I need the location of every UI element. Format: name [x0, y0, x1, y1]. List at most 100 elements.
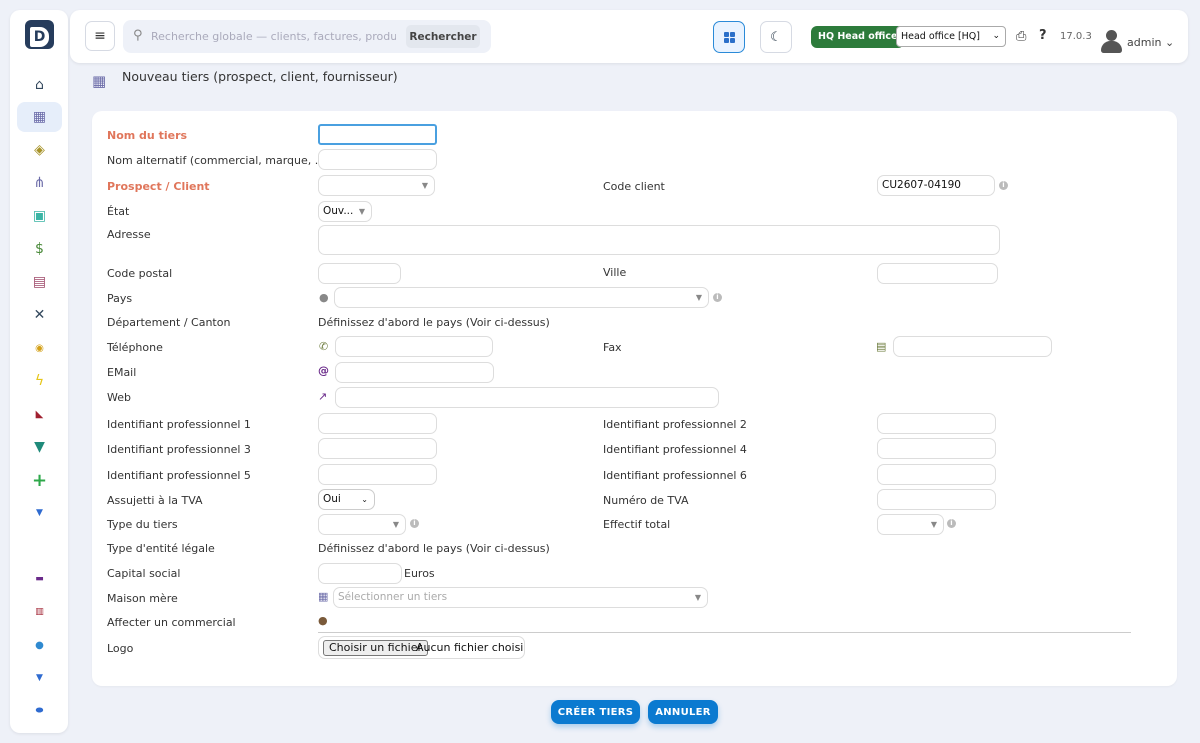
idprof3-input[interactable] — [318, 438, 437, 459]
choose-file-button[interactable]: Choisir un fichier — [323, 640, 428, 656]
nom-alternatif-input[interactable] — [318, 149, 437, 170]
label-nom-tiers: Nom du tiers — [107, 129, 188, 142]
ville-input[interactable] — [877, 263, 998, 284]
web-input[interactable] — [335, 387, 719, 408]
code-postal-input[interactable] — [318, 263, 401, 284]
label-departement: Département / Canton — [107, 316, 231, 329]
num-tva-input[interactable] — [877, 489, 996, 510]
menu-toggle-button[interactable]: ≡ — [85, 21, 115, 51]
label-logo: Logo — [107, 642, 134, 655]
etat-value: Ouv... — [323, 205, 354, 217]
filter-icon[interactable]: ▼ — [17, 498, 62, 528]
email-input[interactable] — [335, 362, 494, 383]
dark-mode-button[interactable]: ☾ — [760, 21, 792, 53]
info-icon[interactable]: i — [999, 181, 1008, 190]
entity-select[interactable]: Head office [HQ] ⌄ — [896, 26, 1006, 47]
briefcase-icon[interactable]: ▣ — [17, 201, 62, 231]
divider — [318, 632, 1131, 633]
chevron-down-icon: ▼ — [695, 293, 702, 302]
eye-icon[interactable]: ◉ — [17, 333, 62, 363]
idprof2-input[interactable] — [877, 413, 996, 434]
create-tiers-button[interactable]: CRÉER TIERS — [551, 700, 640, 724]
cancel-button[interactable]: ANNULER — [648, 700, 718, 724]
module-icon-1[interactable]: ▬ — [17, 564, 62, 594]
label-nom-alternatif: Nom alternatif (commercial, marque, ...) — [107, 154, 330, 167]
info-icon[interactable]: i — [947, 519, 956, 528]
module-icon-4[interactable]: ▼ — [17, 663, 62, 693]
module-icon-2[interactable]: ▥ — [17, 597, 62, 627]
building-icon: ▦ — [318, 590, 329, 603]
telephone-input[interactable] — [335, 336, 493, 357]
effectif-select[interactable]: ▼ — [877, 514, 944, 535]
search-button[interactable]: Rechercher — [406, 25, 480, 48]
idprof1-input[interactable] — [318, 413, 437, 434]
help-icon[interactable]: ? — [1039, 28, 1047, 43]
label-capital: Capital social — [107, 567, 181, 580]
at-icon: @ — [318, 364, 329, 377]
idprof5-input[interactable] — [318, 464, 437, 485]
home-icon[interactable]: ⌂ — [17, 70, 62, 100]
label-idprof3: Identifiant professionnel 3 — [107, 443, 251, 456]
search-icon: ⚲ — [133, 28, 143, 43]
nom-tiers-input[interactable] — [318, 124, 437, 145]
adresse-textarea[interactable] — [318, 225, 1000, 255]
global-search: ⚲ Rechercher — [123, 20, 491, 53]
app-logo[interactable]: D — [25, 20, 54, 49]
product-box-icon[interactable]: ◈ — [17, 135, 62, 165]
chevron-down-icon: ⌄ — [361, 495, 368, 504]
logo-file-input: Choisir un fichier Aucun fichier choisi — [318, 636, 525, 659]
code-client-input[interactable]: CU2607-04190 — [877, 175, 995, 196]
etat-select[interactable]: Ouv... ▼ — [318, 201, 372, 222]
entity-select-value: Head office [HQ] — [901, 31, 980, 42]
info-icon[interactable]: i — [713, 293, 722, 302]
chevron-down-icon: ▼ — [930, 520, 937, 529]
tva-value: Oui — [323, 493, 341, 505]
prospect-client-select[interactable]: ▼ — [318, 175, 435, 196]
maison-mere-select[interactable]: Sélectionner un tiers ▼ — [333, 587, 708, 608]
invoice-icon[interactable]: $ — [17, 234, 62, 264]
fax-input[interactable] — [893, 336, 1052, 357]
chevron-down-icon: ▼ — [421, 181, 428, 190]
label-idprof4: Identifiant professionnel 4 — [603, 443, 747, 456]
workflow-icon[interactable]: ⋔ — [17, 168, 62, 198]
calendar-icon[interactable]: ▤ — [17, 267, 62, 297]
building-icon: ▦ — [92, 72, 107, 90]
info-icon[interactable]: i — [410, 519, 419, 528]
file-status: Aucun fichier choisi — [416, 641, 524, 654]
tva-select[interactable]: Oui ⌄ — [318, 489, 375, 510]
module-icon-5[interactable]: ⬬ — [17, 696, 62, 726]
idprof6-input[interactable] — [877, 464, 996, 485]
top-bar: ≡ ⚲ Rechercher ☾ HQ Head office Head off… — [70, 10, 1188, 63]
user-icon[interactable]: ● — [318, 614, 328, 627]
type-tiers-select[interactable]: ▼ — [318, 514, 406, 535]
avatar[interactable] — [1101, 30, 1122, 53]
plus-icon[interactable]: + — [17, 465, 62, 495]
label-telephone: Téléphone — [107, 341, 163, 354]
search-input[interactable] — [151, 26, 396, 47]
user-menu[interactable]: admin ⌄ — [1127, 36, 1174, 49]
flag-icon[interactable]: ◣ — [17, 399, 62, 429]
label-commercial: Affecter un commercial — [107, 616, 236, 629]
bolt-icon[interactable]: ϟ — [17, 366, 62, 396]
label-type-entite: Type d'entité légale — [107, 542, 215, 555]
capital-unit: Euros — [404, 567, 435, 580]
code-client-value: CU2607-04190 — [882, 179, 961, 191]
tools-icon[interactable]: ✕ — [17, 300, 62, 330]
label-idprof2: Identifiant professionnel 2 — [603, 418, 747, 431]
apps-button[interactable] — [713, 21, 745, 53]
hamburger-icon: ≡ — [94, 28, 106, 44]
globe-icon: ● — [319, 291, 329, 304]
module-icon-3[interactable]: ● — [17, 630, 62, 660]
label-type-tiers: Type du tiers — [107, 518, 178, 531]
label-email: EMail — [107, 366, 137, 379]
idprof4-input[interactable] — [877, 438, 996, 459]
print-icon[interactable]: ⎙ — [1016, 29, 1026, 44]
ticket-icon[interactable]: ▼ — [17, 432, 62, 462]
pays-select[interactable]: ▼ — [334, 287, 709, 308]
grid-icon — [723, 31, 735, 43]
building-icon[interactable]: ▦ — [17, 102, 62, 132]
phone-icon: ✆ — [319, 340, 329, 353]
label-code-client: Code client — [603, 180, 665, 193]
capital-input[interactable] — [318, 563, 402, 584]
moon-icon: ☾ — [770, 29, 782, 45]
